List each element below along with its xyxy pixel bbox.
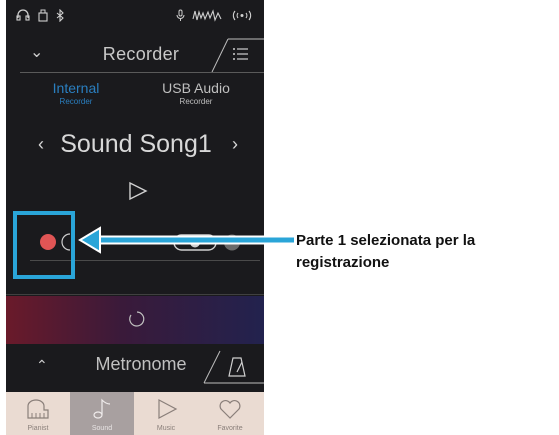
nav-label: Favorite bbox=[217, 425, 243, 432]
nav-favorite[interactable]: Favorite bbox=[198, 392, 262, 435]
metronome-icon[interactable] bbox=[228, 357, 246, 377]
section-divider bbox=[6, 294, 264, 295]
piano-icon bbox=[27, 399, 49, 419]
play-icon[interactable] bbox=[128, 181, 148, 201]
nav-label: Sound bbox=[91, 425, 113, 432]
song-selector: ‹ Sound Song1 › bbox=[6, 128, 264, 164]
chevron-down-icon[interactable]: ⌄ bbox=[30, 42, 43, 62]
wireless-icon bbox=[232, 10, 252, 21]
next-song-button[interactable]: › bbox=[232, 134, 238, 155]
tab-internal-recorder[interactable]: Internal Recorder bbox=[26, 80, 126, 106]
part1-highlight-box bbox=[13, 211, 75, 279]
recorder-source-tabs: Internal Recorder USB Audio Recorder bbox=[6, 80, 264, 116]
tab-label: Internal bbox=[52, 80, 100, 96]
chevron-up-icon[interactable]: ⌃ bbox=[36, 357, 48, 374]
bottom-navigation: Pianist Sound Music Favorite bbox=[6, 392, 264, 435]
tab-sublabel: Recorder bbox=[179, 97, 213, 106]
header-underline bbox=[20, 72, 264, 73]
nav-music[interactable]: Music bbox=[134, 392, 198, 435]
nav-label: Music bbox=[156, 425, 176, 432]
previous-song-button[interactable]: ‹ bbox=[38, 134, 44, 155]
metronome-title: Metronome bbox=[95, 354, 187, 374]
usb-memory-icon bbox=[38, 9, 48, 22]
recorder-header: ⌄ Recorder bbox=[6, 38, 264, 72]
music-note-icon bbox=[93, 398, 111, 419]
tab-usb-audio-recorder[interactable]: USB Audio Recorder bbox=[146, 80, 246, 106]
menu-list-icon[interactable] bbox=[232, 47, 248, 61]
play-icon bbox=[158, 399, 178, 419]
nav-sound[interactable]: Sound bbox=[70, 392, 134, 435]
nav-pianist[interactable]: Pianist bbox=[6, 392, 70, 435]
tab-label: USB Audio bbox=[162, 80, 230, 96]
tab-sublabel: Recorder bbox=[59, 97, 93, 106]
callout-annotation: Parte 1 selezionata per la registrazione bbox=[296, 232, 476, 271]
loading-circle-icon bbox=[129, 311, 145, 327]
nav-label: Pianist bbox=[27, 425, 49, 432]
bluetooth-icon bbox=[56, 9, 64, 22]
headphones-icon bbox=[16, 9, 30, 21]
metronome-bar[interactable]: ⌃ Metronome bbox=[6, 348, 264, 386]
song-name: Sound Song1 bbox=[60, 130, 212, 158]
page-title: Recorder bbox=[102, 44, 180, 64]
callout-arrow bbox=[78, 226, 294, 254]
heart-icon bbox=[219, 400, 241, 419]
waveform-icon bbox=[192, 9, 222, 22]
status-bar bbox=[6, 0, 264, 32]
tempo-bar[interactable] bbox=[6, 296, 264, 344]
microphone-icon bbox=[176, 9, 185, 21]
